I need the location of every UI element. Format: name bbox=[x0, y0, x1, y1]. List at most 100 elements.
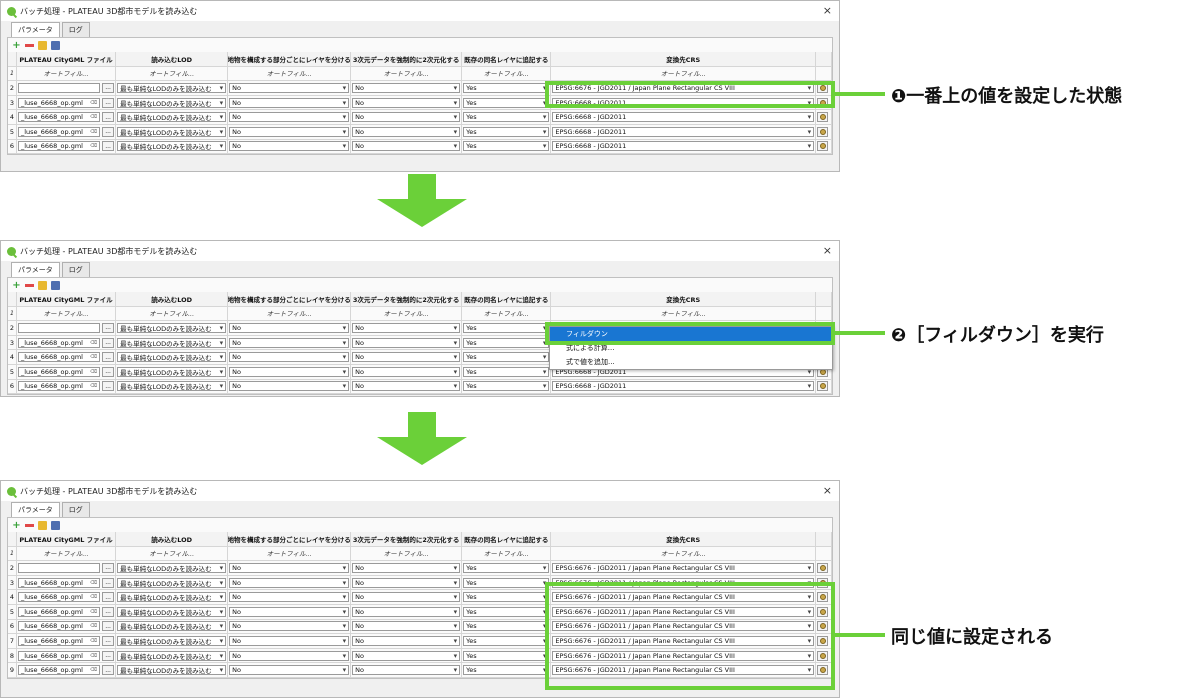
clear-icon[interactable]: ⌫ bbox=[90, 383, 97, 389]
file-input[interactable]: _luse_6668_op.gml ⌫ bbox=[17, 97, 101, 108]
split-select[interactable]: No bbox=[229, 381, 350, 392]
crs-picker-button[interactable] bbox=[817, 592, 829, 603]
force2d-select[interactable]: No bbox=[352, 322, 461, 333]
browse-button[interactable]: ... bbox=[102, 97, 115, 108]
browse-button[interactable]: ... bbox=[102, 665, 115, 676]
crs-select[interactable]: EPSG:6676 - JGD2011 / Japan Plane Rectan… bbox=[552, 82, 815, 93]
tab-parameters[interactable]: パラメータ bbox=[11, 502, 60, 517]
tab-parameters[interactable]: パラメータ bbox=[11, 262, 60, 277]
close-button[interactable]: × bbox=[823, 244, 832, 257]
crs-picker-button[interactable] bbox=[817, 381, 829, 392]
file-input[interactable]: _luse_6668_op.gml ⌫ bbox=[17, 352, 101, 363]
crs-picker-button[interactable] bbox=[817, 82, 829, 93]
split-select[interactable]: No bbox=[229, 665, 350, 676]
file-input[interactable] bbox=[17, 562, 101, 573]
append-select[interactable]: Yes bbox=[463, 635, 550, 646]
autofill-file[interactable]: オートフィル... bbox=[17, 66, 117, 81]
menu-item-add-by-expression[interactable]: 式で値を追加... bbox=[550, 355, 832, 369]
autofill-split[interactable]: オートフィル... bbox=[228, 546, 352, 561]
autofill-crs[interactable]: オートフィル... bbox=[551, 66, 817, 81]
force2d-select[interactable]: No bbox=[352, 650, 461, 661]
clear-icon[interactable]: ⌫ bbox=[90, 143, 97, 149]
append-select[interactable]: Yes bbox=[463, 352, 550, 363]
browse-button[interactable]: ... bbox=[102, 141, 115, 152]
append-select[interactable]: Yes bbox=[463, 126, 550, 137]
tab-log[interactable]: ログ bbox=[61, 502, 90, 517]
autofill-file[interactable]: オートフィル... bbox=[17, 546, 117, 561]
force2d-select[interactable]: No bbox=[352, 366, 461, 377]
append-select[interactable]: Yes bbox=[463, 141, 550, 152]
force2d-select[interactable]: No bbox=[352, 97, 461, 108]
force2d-select[interactable]: No bbox=[352, 141, 461, 152]
split-select[interactable]: No bbox=[229, 97, 350, 108]
file-input[interactable]: _luse_6668_op.gml ⌫ bbox=[17, 665, 101, 676]
append-select[interactable]: Yes bbox=[463, 112, 550, 123]
split-select[interactable]: No bbox=[229, 577, 350, 588]
tab-log[interactable]: ログ bbox=[61, 262, 90, 277]
autofill-crs[interactable]: オートフィル... bbox=[551, 546, 817, 561]
lod-select[interactable]: 最も単純なLODのみを読み込む bbox=[117, 322, 227, 333]
split-select[interactable]: No bbox=[229, 337, 350, 348]
close-button[interactable]: × bbox=[823, 4, 832, 17]
crs-picker-button[interactable] bbox=[817, 577, 829, 588]
autofill-force2d[interactable]: オートフィル... bbox=[351, 546, 463, 561]
add-row-icon[interactable]: + bbox=[12, 520, 21, 530]
lod-select[interactable]: 最も単純なLODのみを読み込む bbox=[117, 665, 227, 676]
browse-button[interactable]: ... bbox=[102, 621, 115, 632]
append-select[interactable]: Yes bbox=[463, 82, 550, 93]
open-folder-icon[interactable] bbox=[38, 520, 47, 530]
browse-button[interactable]: ... bbox=[102, 592, 115, 603]
split-select[interactable]: No bbox=[229, 621, 350, 632]
file-input[interactable]: _luse_6668_op.gml ⌫ bbox=[17, 635, 101, 646]
browse-button[interactable]: ... bbox=[102, 126, 115, 137]
force2d-select[interactable]: No bbox=[352, 577, 461, 588]
clear-icon[interactable]: ⌫ bbox=[90, 667, 97, 673]
force2d-select[interactable]: No bbox=[352, 562, 461, 573]
crs-picker-button[interactable] bbox=[817, 606, 829, 617]
crs-select[interactable]: EPSG:6668 - JGD2011 bbox=[552, 126, 815, 137]
menu-item-calculate[interactable]: 式による計算... bbox=[550, 341, 832, 355]
append-select[interactable]: Yes bbox=[463, 577, 550, 588]
force2d-select[interactable]: No bbox=[352, 352, 461, 363]
file-input[interactable]: _luse_6668_op.gml ⌫ bbox=[17, 621, 101, 632]
autofill-lod[interactable]: オートフィル... bbox=[116, 546, 229, 561]
clear-icon[interactable]: ⌫ bbox=[90, 594, 97, 600]
add-row-icon[interactable]: + bbox=[12, 280, 21, 290]
browse-button[interactable]: ... bbox=[102, 606, 115, 617]
browse-button[interactable]: ... bbox=[102, 322, 115, 333]
autofill-append[interactable]: オートフィル... bbox=[462, 306, 552, 321]
autofill-append[interactable]: オートフィル... bbox=[462, 546, 552, 561]
browse-button[interactable]: ... bbox=[102, 635, 115, 646]
add-row-icon[interactable]: + bbox=[12, 40, 21, 50]
lod-select[interactable]: 最も単純なLODのみを読み込む bbox=[117, 112, 227, 123]
col-header-crs[interactable]: 変換先CRS bbox=[551, 292, 817, 306]
lod-select[interactable]: 最も単純なLODのみを読み込む bbox=[117, 650, 227, 661]
force2d-select[interactable]: No bbox=[352, 82, 461, 93]
force2d-select[interactable]: No bbox=[352, 606, 461, 617]
browse-button[interactable]: ... bbox=[102, 381, 115, 392]
open-folder-icon[interactable] bbox=[38, 280, 47, 290]
append-select[interactable]: Yes bbox=[463, 562, 550, 573]
append-select[interactable]: Yes bbox=[463, 322, 550, 333]
lod-select[interactable]: 最も単純なLODのみを読み込む bbox=[117, 621, 227, 632]
append-select[interactable]: Yes bbox=[463, 621, 550, 632]
autofill-force2d[interactable]: オートフィル... bbox=[351, 66, 463, 81]
tab-log[interactable]: ログ bbox=[61, 22, 90, 37]
crs-select[interactable]: EPSG:6676 - JGD2011 / Japan Plane Rectan… bbox=[552, 577, 815, 588]
clear-icon[interactable]: ⌫ bbox=[90, 623, 97, 629]
autofill-lod[interactable]: オートフィル... bbox=[116, 66, 229, 81]
clear-icon[interactable]: ⌫ bbox=[90, 114, 97, 120]
split-select[interactable]: No bbox=[229, 352, 350, 363]
autofill-crs[interactable]: オートフィル... bbox=[551, 306, 817, 321]
remove-row-icon[interactable] bbox=[25, 283, 34, 287]
crs-picker-button[interactable] bbox=[817, 562, 829, 573]
crs-picker-button[interactable] bbox=[817, 112, 829, 123]
split-select[interactable]: No bbox=[229, 126, 350, 137]
lod-select[interactable]: 最も単純なLODのみを読み込む bbox=[117, 366, 227, 377]
close-button[interactable]: × bbox=[823, 484, 832, 497]
browse-button[interactable]: ... bbox=[102, 337, 115, 348]
file-input[interactable]: _luse_6668_op.gml ⌫ bbox=[17, 112, 101, 123]
file-input[interactable]: _luse_6668_op.gml ⌫ bbox=[17, 577, 101, 588]
append-select[interactable]: Yes bbox=[463, 606, 550, 617]
clear-icon[interactable]: ⌫ bbox=[90, 100, 97, 106]
